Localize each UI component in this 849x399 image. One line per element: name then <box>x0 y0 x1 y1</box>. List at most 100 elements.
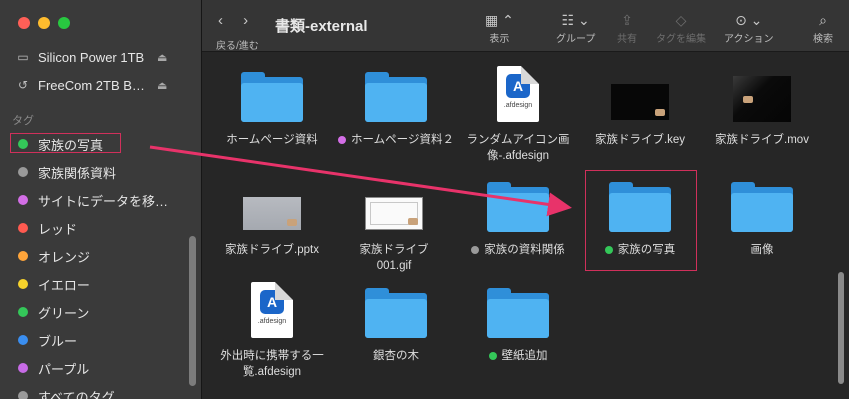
sidebar-tag-family-photos[interactable]: 家族の写真 <box>0 130 202 158</box>
file-name: ホームページ資料２ <box>351 134 454 146</box>
close-button[interactable] <box>18 17 30 29</box>
file-item[interactable]: A .afdesign 外出時に携帯する一覧.afdesign <box>210 276 334 380</box>
file-item[interactable]: 家族ドライブ001.gif <box>332 166 456 274</box>
tag-icon: ◇ <box>675 11 687 28</box>
maximize-button[interactable] <box>58 17 70 29</box>
sidebar-item-silicon-power[interactable]: ▭ Silicon Power 1TB ⏏ <box>0 43 202 71</box>
sidebar-scrollbar[interactable] <box>189 236 196 386</box>
file-item[interactable]: ホームページ資料 <box>210 56 334 148</box>
nav-buttons: ‹ › <box>218 12 248 29</box>
sidebar-tag-purple[interactable]: パープル <box>0 354 202 382</box>
file-item[interactable]: 家族の資料関係 <box>456 166 580 258</box>
drive-icon: ▭ <box>17 50 29 64</box>
content-scrollbar[interactable] <box>838 272 844 384</box>
grid-view-icon: ▦ ⌃ <box>485 11 514 28</box>
afdesign-document-icon: A .afdesign <box>497 66 539 122</box>
sidebar-tag-all[interactable]: すべてのタグ… <box>0 382 202 399</box>
tag-color-dot <box>18 307 28 317</box>
share-button[interactable]: ⇪ 共有 <box>617 10 637 46</box>
sidebar-tag-yellow[interactable]: イエロー <box>0 270 202 298</box>
folder-icon <box>365 72 427 122</box>
tag-color-dot <box>18 139 28 149</box>
movie-thumbnail <box>733 76 791 122</box>
file-name: 家族ドライブ.pptx <box>225 244 319 256</box>
sidebar-item-label: サイトにデータを移… <box>38 193 169 209</box>
sidebar-item-label: ブルー <box>38 333 78 349</box>
group-button[interactable]: ☷ ⌄ グループ <box>556 10 596 46</box>
file-item[interactable]: A .afdesign ランダムアイコン画像-.afdesign <box>456 56 580 164</box>
minimize-button[interactable] <box>38 17 50 29</box>
share-label: 共有 <box>617 34 637 45</box>
action-button[interactable]: ⊙ ⌄ アクション <box>724 10 774 46</box>
file-name: 家族の資料関係 <box>484 244 565 256</box>
file-item[interactable]: 銀杏の木 <box>334 276 458 364</box>
file-item[interactable]: 家族ドライブ.pptx <box>210 166 334 258</box>
sidebar-tag-red[interactable]: レッド <box>0 214 202 242</box>
file-name: 銀杏の木 <box>373 350 419 362</box>
drop-target-highlight <box>585 170 697 271</box>
window-controls <box>18 17 70 29</box>
file-name: 画像 <box>750 244 774 256</box>
tag-color-dot <box>488 351 497 360</box>
search-icon: ⌕ <box>819 11 827 28</box>
ellipsis-circle-icon: ⊙ ⌄ <box>735 11 763 28</box>
sidebar-tag-orange[interactable]: オレンジ <box>0 242 202 270</box>
tag-color-dot <box>18 363 28 373</box>
window-title: 書類-external <box>275 18 368 35</box>
file-name: 外出時に携帯する一覧.afdesign <box>220 350 324 378</box>
file-item[interactable]: 画像 <box>700 166 824 258</box>
tag-color-dot <box>18 335 28 345</box>
tag-edit-button[interactable]: ◇ タグを編集 <box>656 10 706 46</box>
sidebar: ▭ Silicon Power 1TB ⏏ ↺ FreeCom 2TB B… ⏏… <box>0 0 202 399</box>
group-icon: ☷ ⌄ <box>561 11 590 28</box>
eject-icon[interactable]: ⏏ <box>157 79 167 92</box>
tag-color-dot <box>18 279 28 289</box>
sidebar-item-label: イエロー <box>38 277 90 293</box>
search-button[interactable]: ⌕ 検索 <box>813 10 833 46</box>
sidebar-item-label: 家族関係資料 <box>38 165 117 181</box>
chevron-right-icon[interactable]: › <box>243 12 248 29</box>
tag-color-dot <box>18 223 28 233</box>
file-item[interactable]: 家族ドライブ.key <box>578 56 702 148</box>
file-name: ホームページ資料 <box>226 134 318 146</box>
tag-color-dot <box>338 135 347 144</box>
afdesign-document-icon: A .afdesign <box>251 282 293 338</box>
file-item[interactable]: 壁紙追加 <box>456 276 580 364</box>
file-name: 家族ドライブ001.gif <box>359 244 429 272</box>
finder-window: ▭ Silicon Power 1TB ⏏ ↺ FreeCom 2TB B… ⏏… <box>0 0 849 399</box>
sidebar-item-label: すべてのタグ… <box>38 389 128 399</box>
folder-icon <box>487 182 549 232</box>
tag-color-dot <box>18 167 28 177</box>
file-item[interactable]: ホームページ資料２ <box>334 56 458 148</box>
view-label: 表示 <box>489 34 510 45</box>
file-item[interactable]: 家族ドライブ.mov <box>700 56 824 148</box>
tag-color-dot <box>18 251 28 261</box>
folder-icon <box>731 182 793 232</box>
sidebar-tag-green[interactable]: グリーン <box>0 298 202 326</box>
nav-label: 戻る/進む <box>216 41 259 52</box>
folder-icon <box>365 288 427 338</box>
sidebar-tag-site-data[interactable]: サイトにデータを移… <box>0 186 202 214</box>
group-label: グループ <box>556 34 596 45</box>
view-button[interactable]: ▦ ⌃ 表示 <box>485 10 514 46</box>
sidebar-item-label: Silicon Power 1TB <box>38 49 145 65</box>
sidebar-item-label: レッド <box>38 221 78 237</box>
file-name: 壁紙追加 <box>501 350 548 362</box>
share-icon: ⇪ <box>621 11 633 28</box>
sidebar-item-label: FreeCom 2TB B… <box>38 77 145 93</box>
sidebar-tag-blue[interactable]: ブルー <box>0 326 202 354</box>
file-name: ランダムアイコン画像-.afdesign <box>466 134 570 162</box>
tag-edit-label: タグを編集 <box>656 34 706 45</box>
search-label: 検索 <box>813 34 833 45</box>
sidebar-item-freecom[interactable]: ↺ FreeCom 2TB B… ⏏ <box>0 71 202 99</box>
chevron-left-icon[interactable]: ‹ <box>218 12 223 29</box>
gif-thumbnail <box>365 197 423 230</box>
sidebar-item-label: パープル <box>38 361 90 377</box>
tag-color-dot <box>18 195 28 205</box>
tag-color-dot <box>471 245 480 254</box>
folder-icon <box>241 72 303 122</box>
eject-icon[interactable]: ⏏ <box>157 51 167 64</box>
file-name: 家族ドライブ.mov <box>715 134 809 146</box>
sidebar-tag-family-docs[interactable]: 家族関係資料 <box>0 158 202 186</box>
keynote-thumbnail <box>611 84 669 120</box>
